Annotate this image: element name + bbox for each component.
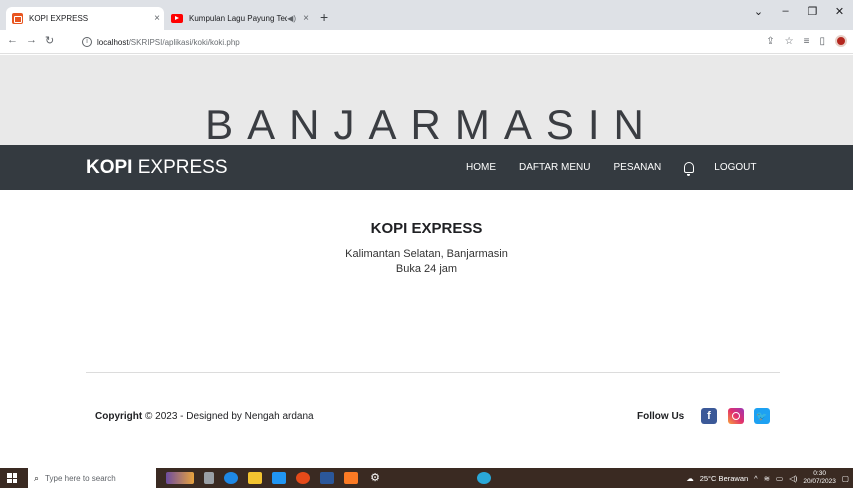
side-panel-icon[interactable]: ▯ (819, 36, 825, 47)
file-explorer-icon[interactable] (248, 472, 262, 484)
site-info-icon[interactable]: i (82, 37, 92, 47)
word-icon[interactable] (320, 472, 334, 484)
notification-bell-icon[interactable] (684, 162, 695, 176)
web-page: BANJARMASIN KOPI EXPRESS HOME DAFTAR MEN… (0, 55, 853, 468)
settings-gear-icon[interactable]: ⚙ (368, 472, 382, 484)
profile-avatar[interactable] (835, 35, 847, 47)
edge-browser-icon[interactable] (224, 472, 238, 484)
toolbar-actions: ⇪ ☆ ≡ ▯ (766, 35, 847, 47)
clock[interactable]: 0:30 20/07/2023 (803, 470, 836, 486)
instagram-icon[interactable] (728, 408, 744, 424)
taskbar-search[interactable]: ⌕ Type here to search (28, 468, 156, 488)
share-icon[interactable]: ⇪ (766, 36, 774, 47)
nav-home[interactable]: HOME (466, 162, 496, 173)
chrome-profile-icon[interactable] (477, 472, 491, 484)
clock-time: 0:30 (813, 470, 826, 477)
windows-taskbar: ⌕ Type here to search ⚙ ☁ 25°C Berawan ^… (0, 468, 853, 488)
bookmark-star-icon[interactable]: ☆ (785, 36, 794, 47)
tab-title: Kumpulan Lagu Payung Teduh (189, 14, 288, 23)
url-host: localhost (97, 37, 129, 47)
weather-text[interactable]: 25°C Berawan (700, 474, 748, 483)
windows-start-icon[interactable] (0, 468, 24, 488)
copyright-label: Copyright (95, 411, 143, 422)
widgets-icon[interactable] (166, 472, 194, 484)
reload-icon[interactable]: ↻ (45, 34, 54, 47)
search-icon: ⌕ (34, 472, 40, 483)
tab-youtube[interactable]: Kumpulan Lagu Payung Teduh ◀) × (165, 7, 313, 30)
nav-links: HOME DAFTAR MENU PESANAN LOGOUT (466, 145, 780, 190)
nav-daftar-menu[interactable]: DAFTAR MENU (519, 162, 590, 173)
close-window-icon[interactable]: ✕ (826, 5, 853, 18)
volume-icon[interactable]: ◁) (789, 474, 797, 483)
brand-rest: EXPRESS (132, 157, 228, 178)
new-tab-button[interactable]: + (320, 9, 328, 25)
copyright-text: Copyright © 2023 - Designed by Nengah ar… (95, 411, 314, 422)
back-arrow-icon[interactable]: ← (7, 34, 18, 46)
nav-logout[interactable]: LOGOUT (714, 162, 756, 173)
restore-icon[interactable]: ❐ (799, 5, 826, 18)
header-banner: BANJARMASIN (0, 55, 853, 148)
address-bar[interactable]: i localhost/SKRIPSI/aplikasi/koki/koki.p… (82, 33, 734, 51)
xampp-icon[interactable] (344, 472, 358, 484)
shop-hours: Buka 24 jam (395, 263, 458, 275)
system-tray: ☁ 25°C Berawan ^ ≋ ▭ ◁) 0:30 20/07/2023 … (686, 468, 849, 488)
tray-chevron-icon[interactable]: ^ (754, 474, 758, 483)
follow-us-label: Follow Us (637, 411, 685, 422)
window-controls: ⌄ – ❐ ✕ (745, 5, 853, 18)
minimize-icon[interactable]: – (772, 5, 799, 18)
brand-bold: KOPI (86, 157, 133, 178)
screen: KOPI EXPRESS × Kumpulan Lagu Payung Tedu… (0, 0, 853, 488)
nav-pesanan[interactable]: PESANAN (613, 162, 661, 173)
site-favicon-icon (12, 13, 23, 24)
footer-divider (86, 372, 780, 373)
facebook-icon[interactable]: f (701, 408, 717, 424)
audio-playing-icon[interactable]: ◀) (287, 14, 296, 23)
shop-address: Kalimantan Selatan, Banjarmasin (345, 248, 508, 260)
twitter-icon[interactable]: 🐦 (754, 408, 770, 424)
forward-arrow-icon[interactable]: → (26, 34, 37, 46)
youtube-favicon-icon (171, 14, 183, 23)
tab-close-icon[interactable]: × (299, 13, 313, 24)
site-navbar: KOPI EXPRESS HOME DAFTAR MENU PESANAN LO… (0, 145, 853, 190)
task-view-icon[interactable] (204, 472, 214, 484)
browser-tab-strip: KOPI EXPRESS × Kumpulan Lagu Payung Tedu… (0, 0, 853, 30)
network-icon[interactable]: ≋ (764, 474, 770, 483)
tab-search-icon[interactable]: ⌄ (745, 5, 772, 18)
tab-close-icon[interactable]: × (150, 13, 164, 24)
weather-icon: ☁ (686, 473, 694, 483)
reading-list-icon[interactable]: ≡ (804, 36, 810, 47)
url-path: /SKRIPSI/aplikasi/koki/koki.php (128, 37, 240, 47)
search-placeholder: Type here to search (45, 473, 116, 483)
shop-name: KOPI EXPRESS (370, 220, 483, 237)
tab-kopi-express[interactable]: KOPI EXPRESS × (6, 7, 164, 30)
brand-logo[interactable]: KOPI EXPRESS (86, 157, 228, 179)
clock-date: 20/07/2023 (803, 478, 836, 485)
copyright-detail: 2023 - Designed by Nengah ardana (152, 411, 314, 422)
tab-title: KOPI EXPRESS (29, 14, 89, 23)
mail-icon[interactable] (272, 472, 286, 484)
notification-center-icon[interactable]: ▢ (842, 474, 849, 483)
banner-title: BANJARMASIN (205, 101, 658, 148)
battery-icon[interactable]: ▭ (776, 474, 783, 483)
browser-toolbar: ← → ↻ i localhost/SKRIPSI/aplikasi/koki/… (0, 30, 853, 54)
chrome-icon[interactable] (296, 472, 310, 484)
